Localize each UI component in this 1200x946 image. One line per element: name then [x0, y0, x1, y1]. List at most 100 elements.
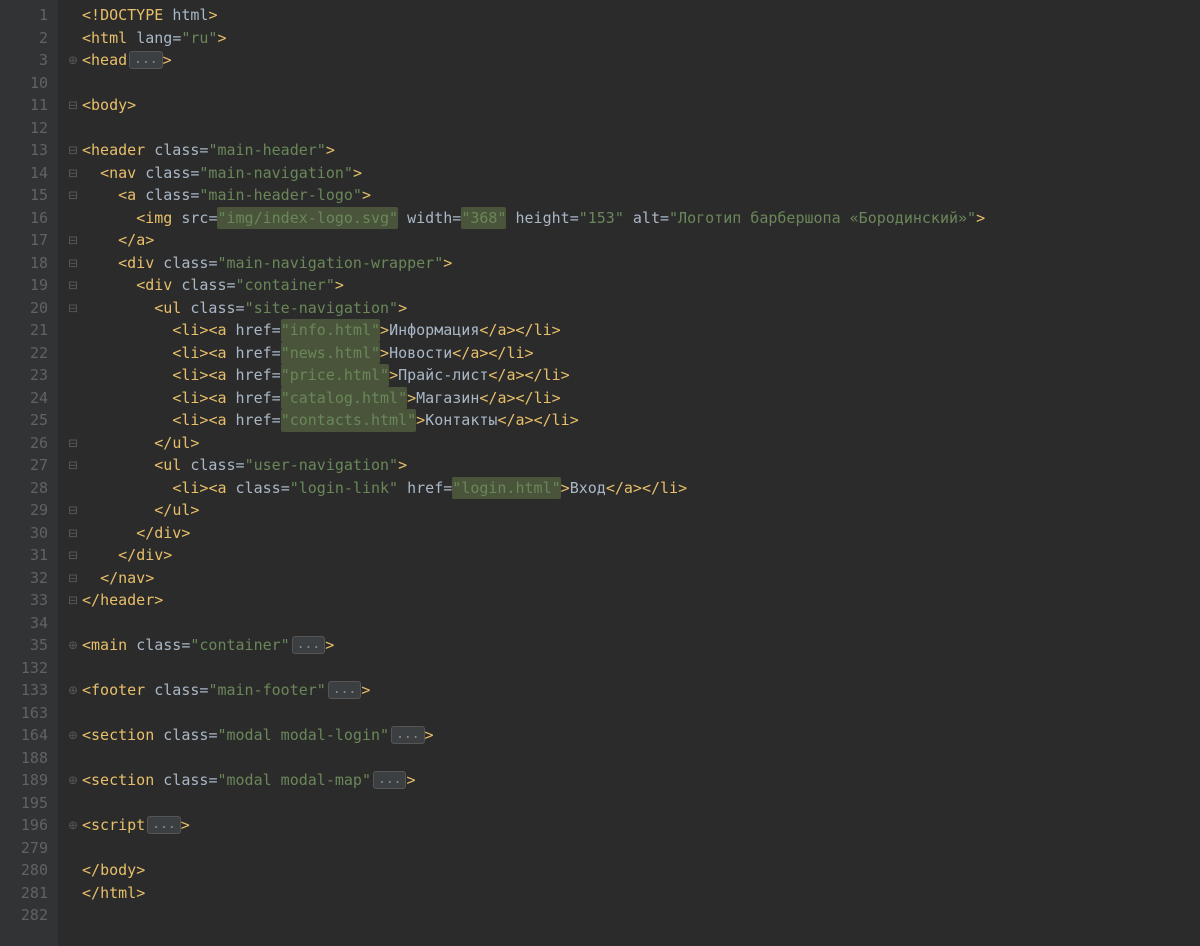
- code-area[interactable]: <!DOCTYPE html> <html lang="ru">⊕<head..…: [58, 0, 1200, 946]
- fold-empty: [64, 27, 82, 50]
- line-number: 31: [6, 544, 48, 567]
- code-line[interactable]: <li><a href="price.html">Прайс-лист</a><…: [64, 364, 1200, 387]
- line-number: 11: [6, 94, 48, 117]
- fold-collapse-icon[interactable]: ⊟: [64, 432, 82, 455]
- fold-collapse-icon[interactable]: ⊟: [64, 274, 82, 297]
- line-number: 20: [6, 297, 48, 320]
- code-editor: 1231011121314151617181920212223242526272…: [0, 0, 1200, 946]
- fold-expand-icon[interactable]: ⊕: [64, 49, 82, 72]
- line-number: 22: [6, 342, 48, 365]
- code-line[interactable]: <li><a href="contacts.html">Контакты</a>…: [64, 409, 1200, 432]
- code-line[interactable]: <html lang="ru">: [64, 27, 1200, 50]
- fold-expand-icon[interactable]: ⊕: [64, 679, 82, 702]
- line-number: 3: [6, 49, 48, 72]
- folded-region[interactable]: ...: [147, 816, 180, 834]
- line-number: 133: [6, 679, 48, 702]
- code-line[interactable]: [64, 747, 1200, 770]
- line-number: 15: [6, 184, 48, 207]
- fold-expand-icon[interactable]: ⊕: [64, 769, 82, 792]
- code-line[interactable]: ⊕<section class="modal modal-map"...>: [64, 769, 1200, 792]
- fold-empty: [64, 837, 82, 860]
- fold-collapse-icon[interactable]: ⊟: [64, 544, 82, 567]
- code-line[interactable]: ⊟ </ul>: [64, 432, 1200, 455]
- code-line[interactable]: ⊟ </div>: [64, 522, 1200, 545]
- line-number-gutter: 1231011121314151617181920212223242526272…: [0, 0, 58, 946]
- folded-region[interactable]: ...: [391, 726, 424, 744]
- fold-collapse-icon[interactable]: ⊟: [64, 454, 82, 477]
- code-line[interactable]: <!DOCTYPE html>: [64, 4, 1200, 27]
- fold-collapse-icon[interactable]: ⊟: [64, 139, 82, 162]
- fold-empty: [64, 207, 82, 230]
- line-number: 23: [6, 364, 48, 387]
- fold-expand-icon[interactable]: ⊕: [64, 724, 82, 747]
- line-number: 196: [6, 814, 48, 837]
- code-line[interactable]: ⊟ <ul class="user-navigation">: [64, 454, 1200, 477]
- code-line[interactable]: ⊟ <div class="container">: [64, 274, 1200, 297]
- line-number: 12: [6, 117, 48, 140]
- code-line[interactable]: ⊟<body>: [64, 94, 1200, 117]
- fold-collapse-icon[interactable]: ⊟: [64, 589, 82, 612]
- code-line[interactable]: ⊕<script...>: [64, 814, 1200, 837]
- fold-expand-icon[interactable]: ⊕: [64, 814, 82, 837]
- line-number: 13: [6, 139, 48, 162]
- code-line[interactable]: <li><a href="catalog.html">Магазин</a></…: [64, 387, 1200, 410]
- line-number: 19: [6, 274, 48, 297]
- code-line[interactable]: [64, 837, 1200, 860]
- code-line[interactable]: [64, 72, 1200, 95]
- code-line[interactable]: ⊕<main class="container"...>: [64, 634, 1200, 657]
- fold-collapse-icon[interactable]: ⊟: [64, 297, 82, 320]
- code-line[interactable]: ⊟ </a>: [64, 229, 1200, 252]
- code-line[interactable]: ⊟ <div class="main-navigation-wrapper">: [64, 252, 1200, 275]
- line-number: 28: [6, 477, 48, 500]
- code-line[interactable]: ⊕<head...>: [64, 49, 1200, 72]
- folded-region[interactable]: ...: [292, 636, 325, 654]
- code-line[interactable]: ⊟ <nav class="main-navigation">: [64, 162, 1200, 185]
- code-line[interactable]: ⊕<footer class="main-footer"...>: [64, 679, 1200, 702]
- line-number: 17: [6, 229, 48, 252]
- folded-region[interactable]: ...: [129, 51, 162, 69]
- code-line[interactable]: ⊟</header>: [64, 589, 1200, 612]
- fold-empty: [64, 387, 82, 410]
- fold-empty: [64, 342, 82, 365]
- code-line[interactable]: </html>: [64, 882, 1200, 905]
- fold-empty: [64, 409, 82, 432]
- code-line[interactable]: ⊟ <ul class="site-navigation">: [64, 297, 1200, 320]
- code-line[interactable]: ⊟ </div>: [64, 544, 1200, 567]
- folded-region[interactable]: ...: [328, 681, 361, 699]
- code-line[interactable]: <li><a href="info.html">Информация</a></…: [64, 319, 1200, 342]
- fold-collapse-icon[interactable]: ⊟: [64, 229, 82, 252]
- code-line[interactable]: </body>: [64, 859, 1200, 882]
- code-line[interactable]: ⊟ </nav>: [64, 567, 1200, 590]
- fold-empty: [64, 747, 82, 770]
- fold-expand-icon[interactable]: ⊕: [64, 634, 82, 657]
- fold-collapse-icon[interactable]: ⊟: [64, 567, 82, 590]
- code-line[interactable]: ⊟<header class="main-header">: [64, 139, 1200, 162]
- code-line[interactable]: ⊟ </ul>: [64, 499, 1200, 522]
- line-number: 35: [6, 634, 48, 657]
- fold-collapse-icon[interactable]: ⊟: [64, 499, 82, 522]
- line-number: 24: [6, 387, 48, 410]
- code-line[interactable]: [64, 702, 1200, 725]
- fold-empty: [64, 612, 82, 635]
- fold-collapse-icon[interactable]: ⊟: [64, 94, 82, 117]
- code-line[interactable]: ⊟ <a class="main-header-logo">: [64, 184, 1200, 207]
- code-line[interactable]: ⊕<section class="modal modal-login"...>: [64, 724, 1200, 747]
- code-line[interactable]: <li><a class="login-link" href="login.ht…: [64, 477, 1200, 500]
- code-line[interactable]: [64, 117, 1200, 140]
- code-line[interactable]: [64, 904, 1200, 927]
- code-line[interactable]: [64, 792, 1200, 815]
- code-line[interactable]: [64, 612, 1200, 635]
- line-number: 29: [6, 499, 48, 522]
- fold-collapse-icon[interactable]: ⊟: [64, 252, 82, 275]
- line-number: 1: [6, 4, 48, 27]
- fold-collapse-icon[interactable]: ⊟: [64, 184, 82, 207]
- line-number: 16: [6, 207, 48, 230]
- folded-region[interactable]: ...: [373, 771, 406, 789]
- fold-collapse-icon[interactable]: ⊟: [64, 522, 82, 545]
- line-number: 27: [6, 454, 48, 477]
- code-line[interactable]: [64, 657, 1200, 680]
- fold-collapse-icon[interactable]: ⊟: [64, 162, 82, 185]
- code-line[interactable]: <li><a href="news.html">Новости</a></li>: [64, 342, 1200, 365]
- code-line[interactable]: <img src="img/index-logo.svg" width="368…: [64, 207, 1200, 230]
- line-number: 26: [6, 432, 48, 455]
